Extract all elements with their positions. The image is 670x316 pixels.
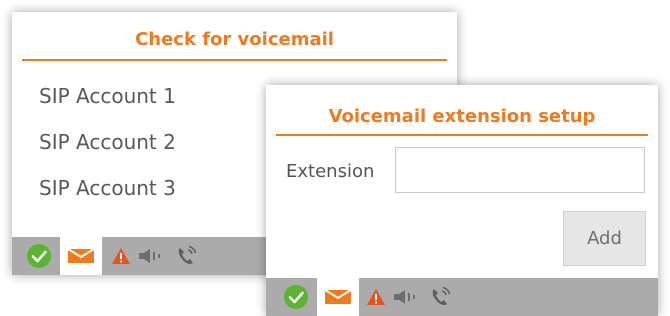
extension-label: Extension xyxy=(286,161,375,182)
speaker-icon[interactable] xyxy=(391,278,419,316)
warning-icon[interactable] xyxy=(365,278,387,316)
extension-setup-panel: Voicemail extension setup Extension Add xyxy=(266,85,658,316)
extension-input[interactable] xyxy=(395,147,645,193)
phone-icon[interactable] xyxy=(172,237,200,275)
status-ok-icon[interactable] xyxy=(281,278,311,316)
title-divider xyxy=(22,59,447,61)
speaker-icon[interactable] xyxy=(136,237,164,275)
extension-panel-title: Voicemail extension setup xyxy=(328,106,596,127)
warning-icon[interactable] xyxy=(110,237,132,275)
mail-icon[interactable] xyxy=(317,278,359,316)
sip-account-1[interactable]: SIP Account 1 xyxy=(39,84,176,108)
sip-account-2[interactable]: SIP Account 2 xyxy=(39,130,176,154)
mail-icon[interactable] xyxy=(60,237,102,275)
title-divider xyxy=(276,134,648,136)
statusbar xyxy=(266,278,658,316)
phone-icon[interactable] xyxy=(426,278,454,316)
sip-account-3[interactable]: SIP Account 3 xyxy=(39,176,176,200)
voicemail-panel-title: Check for voicemail xyxy=(135,29,334,50)
status-ok-icon[interactable] xyxy=(24,237,54,275)
add-button[interactable]: Add xyxy=(563,211,646,266)
